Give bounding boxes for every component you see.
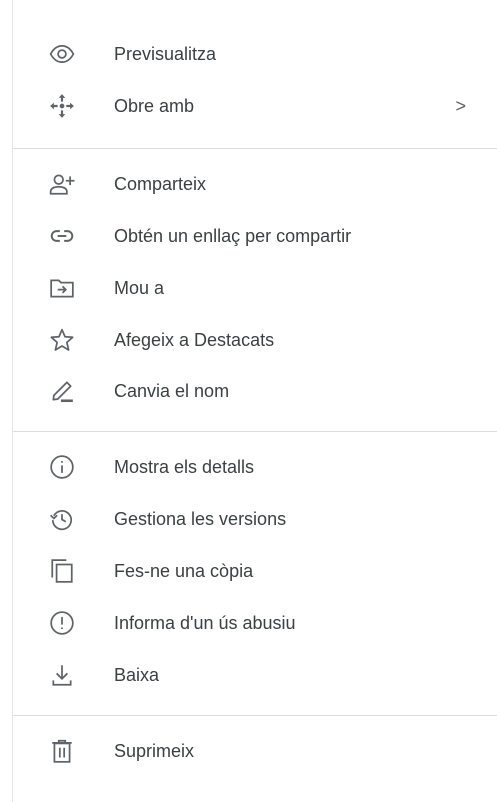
menu-item-label: Fes-ne una còpia [114, 560, 254, 581]
menu-item-delete[interactable]: Suprimeix [13, 729, 497, 773]
move-arrows-icon [49, 93, 75, 119]
history-icon [49, 506, 75, 532]
menu-item-share[interactable]: Comparteix [13, 162, 497, 206]
menu-item-open-with[interactable]: Obre amb > [13, 84, 497, 128]
menu-item-label: Canvia el nom [114, 380, 230, 401]
menu-item-preview[interactable]: Previsualitza [13, 32, 497, 76]
move-to-folder-icon [49, 275, 75, 301]
menu-item-make-copy[interactable]: Fes-ne una còpia [13, 549, 497, 593]
menu-item-label: Obre amb [114, 95, 195, 116]
download-icon [49, 662, 75, 688]
menu-item-label: Informa d'un ús abusiu [114, 612, 296, 633]
menu-item-label: Gestiona les versions [114, 508, 287, 529]
divider [13, 431, 497, 432]
copy-icon [49, 558, 75, 584]
menu-item-report-abuse[interactable]: Informa d'un ús abusiu [13, 601, 497, 645]
menu-item-rename[interactable]: Canvia el nom [13, 369, 497, 413]
menu-item-download[interactable]: Baixa [13, 653, 497, 697]
pencil-icon [49, 378, 75, 404]
menu-item-label: Obtén un enllaç per compartir [114, 225, 352, 246]
menu-item-label: Suprimeix [114, 740, 195, 761]
menu-item-move-to[interactable]: Mou a [13, 266, 497, 310]
link-icon [49, 223, 75, 249]
menu-item-label: Mostra els detalls [114, 456, 255, 477]
menu-item-label: Previsualitza [114, 43, 217, 64]
menu-item-manage-versions[interactable]: Gestiona les versions [13, 497, 497, 541]
menu-item-label: Baixa [114, 664, 160, 685]
divider [13, 715, 497, 716]
context-menu: Previsualitza Obre amb > Comparteix Obté… [12, 0, 497, 802]
info-icon [49, 454, 75, 480]
menu-item-get-link[interactable]: Obtén un enllaç per compartir [13, 214, 497, 258]
menu-item-show-details[interactable]: Mostra els detalls [13, 445, 497, 489]
menu-item-label: Afegeix a Destacats [114, 329, 275, 350]
menu-item-label: Mou a [114, 277, 165, 298]
eye-icon [49, 41, 75, 67]
chevron-right-icon: > [455, 95, 466, 116]
menu-item-add-starred[interactable]: Afegeix a Destacats [13, 318, 497, 362]
report-icon [49, 610, 75, 636]
star-icon [49, 327, 75, 353]
divider [13, 148, 497, 149]
menu-item-label: Comparteix [114, 173, 207, 194]
person-add-icon [49, 171, 75, 197]
trash-icon [49, 738, 75, 764]
